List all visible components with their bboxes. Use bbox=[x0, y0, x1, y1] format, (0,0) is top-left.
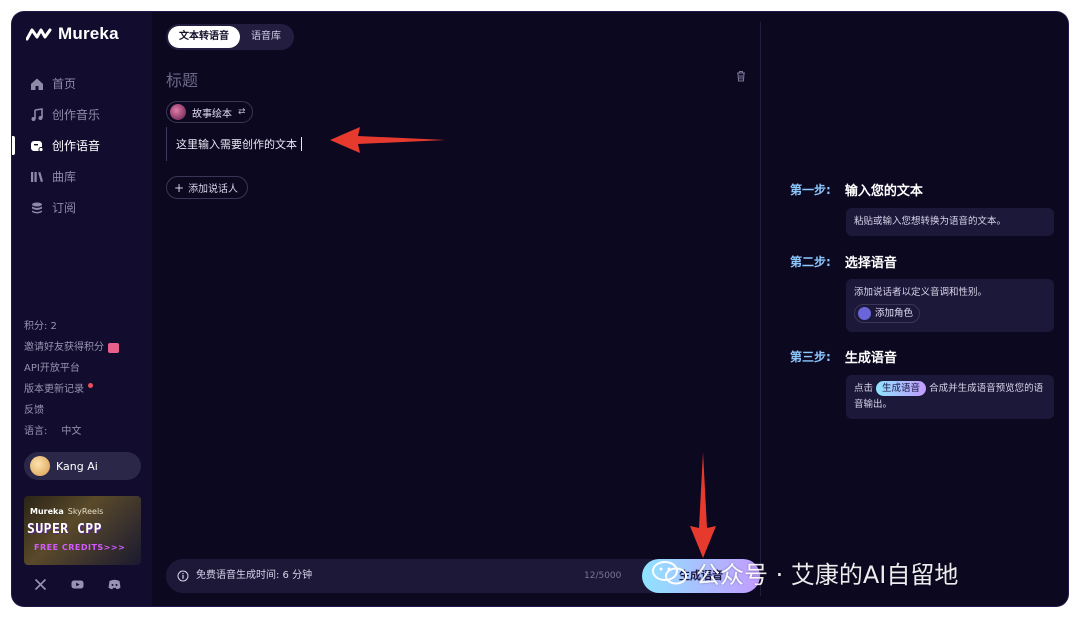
invite-link[interactable]: 邀请好友获得积分 bbox=[24, 337, 119, 358]
generate-voice-pill: 生成语音 bbox=[876, 381, 927, 396]
annotation-arrow-down-icon bbox=[690, 452, 716, 558]
step-2-label: 第二步: bbox=[790, 255, 831, 269]
user-profile-button[interactable]: Kang Ai bbox=[24, 452, 141, 480]
step-2-title: 选择语音 bbox=[844, 256, 897, 271]
notification-dot-icon bbox=[88, 383, 93, 388]
sidebar-item-subscription[interactable]: 订阅 bbox=[12, 192, 152, 223]
step-1-label: 第一步: bbox=[790, 183, 831, 197]
discord-icon[interactable] bbox=[108, 578, 121, 591]
tab-text-to-speech[interactable]: 文本转语音 bbox=[168, 26, 240, 48]
sidebar-item-label: 订阅 bbox=[52, 201, 77, 215]
brand-logo[interactable]: Mureka bbox=[26, 24, 119, 44]
library-icon bbox=[31, 171, 43, 182]
language-selector[interactable]: 语言: 中文 bbox=[24, 421, 119, 442]
add-role-label: 添加角色 bbox=[875, 307, 914, 319]
info-icon bbox=[177, 570, 189, 582]
language-value: 中文 bbox=[61, 426, 82, 437]
credits-text: 积分: 2 bbox=[24, 321, 57, 332]
youtube-icon[interactable] bbox=[71, 578, 84, 591]
sidebar-item-label: 首页 bbox=[52, 77, 77, 91]
text-input[interactable]: 这里输入需要创作的文本 bbox=[166, 127, 302, 161]
step-3-header: 第三步: 生成语音 bbox=[790, 347, 897, 366]
step-1-title: 输入您的文本 bbox=[844, 184, 923, 199]
speaker-selector[interactable]: 故事绘本 ⇄ bbox=[166, 101, 253, 123]
watermark-text: 公众号 · 艾康的AI自留地 bbox=[696, 561, 959, 589]
subscription-icon bbox=[32, 202, 42, 213]
sidebar-item-library[interactable]: 曲库 bbox=[12, 161, 152, 192]
sidebar-item-label: 创作语音 bbox=[52, 139, 101, 153]
panel-divider bbox=[760, 22, 761, 596]
step-3-title: 生成语音 bbox=[844, 351, 897, 366]
editor-panel: 文本转语音 语音库 标题 故事绘本 ⇄ 这里输入需要创作的文本 + 添加说话人 … bbox=[152, 12, 760, 606]
step-3-description: 点击 生成语音 合成并生成语音预览您的语音输出。 bbox=[846, 375, 1054, 419]
api-platform-link[interactable]: API开放平台 bbox=[24, 358, 119, 379]
watermark: 公众号 · 艾康的AI自留地 bbox=[650, 555, 958, 590]
promo-subtitle: FREE CREDITS>>> bbox=[34, 543, 126, 552]
add-speaker-label: 添加说话人 bbox=[188, 184, 239, 195]
trash-icon[interactable] bbox=[735, 70, 747, 82]
free-time-text: 免费语音生成时间: 6 分钟 bbox=[196, 570, 313, 581]
promo-brand-left: Mureka bbox=[30, 507, 64, 516]
sidebar-item-label: 创作音乐 bbox=[52, 108, 101, 122]
voice-icon bbox=[31, 140, 44, 152]
sidebar-item-create-music[interactable]: 创作音乐 bbox=[12, 99, 152, 130]
step-3-desc-before: 点击 bbox=[854, 383, 874, 394]
changelog-label: 版本更新记录 bbox=[24, 384, 84, 395]
swap-icon: ⇄ bbox=[238, 107, 246, 117]
brand-name: Mureka bbox=[58, 24, 119, 43]
sidebar-item-create-voice[interactable]: 创作语音 bbox=[12, 130, 152, 161]
language-label: 语言: bbox=[24, 426, 48, 437]
sidebar-nav: 首页 创作音乐 创作语音 曲库 订阅 bbox=[12, 68, 152, 223]
changelog-link[interactable]: 版本更新记录 bbox=[24, 379, 119, 400]
step-1-desc: 粘贴或输入您想转换为语音的文本。 bbox=[854, 216, 1007, 227]
social-links bbox=[34, 578, 121, 591]
step-2-desc: 添加说话者以定义音调和性别。 bbox=[854, 287, 988, 298]
title-input[interactable]: 标题 bbox=[166, 67, 198, 91]
user-name: Kang Ai bbox=[56, 459, 98, 473]
sidebar-item-label: 曲库 bbox=[52, 170, 77, 184]
step-2-description: 添加说话者以定义音调和性别。 添加角色 bbox=[846, 279, 1054, 332]
sidebar-links: 积分: 2 邀请好友获得积分 API开放平台 版本更新记录 反馈 语言: 中文 bbox=[24, 316, 119, 442]
promo-title: SUPER CPP bbox=[27, 522, 102, 537]
character-counter: 12/5000 bbox=[584, 571, 622, 581]
step-3-label: 第三步: bbox=[790, 350, 831, 364]
promo-brand-right: SkyReels bbox=[67, 507, 104, 516]
music-note-icon bbox=[31, 107, 43, 121]
speaker-name: 故事绘本 bbox=[192, 108, 232, 120]
plus-icon: + bbox=[174, 180, 185, 195]
annotation-arrow-left-icon bbox=[330, 127, 446, 153]
gift-icon bbox=[108, 342, 119, 353]
sidebar: Mureka 首页 创作音乐 创作语音 曲库 订阅 积分: 2 邀请好友获得积分… bbox=[12, 12, 152, 606]
tab-voice-library[interactable]: 语音库 bbox=[240, 26, 292, 48]
avatar bbox=[30, 456, 50, 476]
x-icon[interactable] bbox=[34, 578, 47, 591]
add-role-button[interactable]: 添加角色 bbox=[854, 304, 921, 323]
sidebar-item-home[interactable]: 首页 bbox=[12, 68, 152, 99]
user-add-icon bbox=[858, 307, 871, 320]
home-icon bbox=[31, 78, 43, 90]
app-window: Mureka 首页 创作音乐 创作语音 曲库 订阅 积分: 2 邀请好友获得积分… bbox=[12, 12, 1068, 606]
step-1-description: 粘贴或输入您想转换为语音的文本。 bbox=[846, 208, 1054, 236]
invite-label: 邀请好友获得积分 bbox=[24, 342, 104, 353]
text-caret bbox=[301, 137, 302, 151]
promo-banner[interactable]: Mureka SkyReels SUPER CPP FREE CREDITS>>… bbox=[24, 496, 141, 565]
step-1-header: 第一步: 输入您的文本 bbox=[790, 180, 923, 199]
mode-tabs: 文本转语音 语音库 bbox=[166, 24, 294, 50]
wechat-icon bbox=[652, 560, 687, 584]
promo-brands: Mureka SkyReels bbox=[30, 507, 103, 516]
add-speaker-button[interactable]: + 添加说话人 bbox=[166, 176, 249, 199]
feedback-link[interactable]: 反馈 bbox=[24, 400, 119, 421]
speaker-avatar bbox=[170, 104, 186, 120]
text-content: 这里输入需要创作的文本 bbox=[176, 138, 297, 151]
mureka-logo-icon bbox=[26, 28, 52, 41]
step-2-header: 第二步: 选择语音 bbox=[790, 252, 897, 271]
